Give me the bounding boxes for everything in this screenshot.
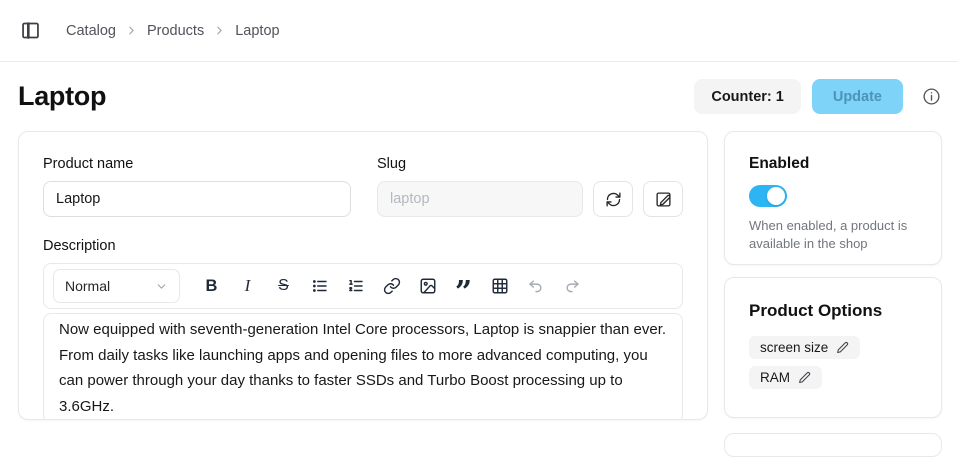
info-icon	[922, 87, 941, 106]
link-button[interactable]	[374, 269, 409, 303]
description-text: Now equipped with seventh-generation Int…	[59, 317, 667, 419]
paragraph-format-dropdown[interactable]: Normal	[53, 269, 180, 303]
product-name-label: Product name	[43, 156, 351, 172]
sidebar-toggle-button[interactable]	[18, 19, 42, 43]
product-options-title: Product Options	[749, 301, 917, 321]
page-header: Laptop Counter: 1 Update	[0, 62, 958, 131]
ordered-list-button[interactable]	[338, 269, 373, 303]
image-icon	[419, 277, 437, 295]
toggle-knob	[767, 187, 785, 205]
description-editor[interactable]: Now equipped with seventh-generation Int…	[43, 313, 683, 420]
ordered-list-icon	[347, 277, 365, 295]
regenerate-slug-button[interactable]	[593, 181, 633, 217]
redo-icon	[563, 277, 581, 295]
chevron-down-icon	[155, 280, 168, 293]
info-button[interactable]	[920, 86, 942, 108]
strikethrough-button[interactable]: S	[266, 269, 301, 303]
breadcrumb-products[interactable]: Products	[147, 23, 204, 39]
enabled-card: Enabled When enabled, a product is avail…	[724, 131, 942, 265]
bold-button[interactable]: B	[194, 269, 229, 303]
undo-icon	[527, 277, 545, 295]
product-name-input[interactable]	[43, 181, 351, 217]
update-button[interactable]: Update	[812, 79, 903, 114]
product-form-card: Product name Slug	[18, 131, 708, 420]
breadcrumb-current: Laptop	[235, 23, 279, 39]
topbar: Catalog Products Laptop	[0, 0, 958, 62]
edit-pencil-square-icon	[655, 191, 672, 208]
table-button[interactable]	[482, 269, 517, 303]
slug-input[interactable]	[377, 181, 583, 217]
image-button[interactable]	[410, 269, 445, 303]
bullet-list-icon	[311, 277, 329, 295]
enabled-help-text: When enabled, a product is available in …	[749, 217, 917, 254]
slug-label: Slug	[377, 156, 683, 172]
counter-button[interactable]: Counter: 1	[694, 79, 801, 114]
panel-left-icon	[20, 20, 41, 41]
option-tag-ram[interactable]: RAM	[749, 366, 822, 389]
header-actions: Counter: 1 Update	[694, 79, 942, 114]
link-icon	[383, 277, 401, 295]
enabled-title: Enabled	[749, 155, 917, 173]
refresh-icon	[605, 191, 622, 208]
editor-toolbar: Normal B I S	[43, 263, 683, 309]
edit-slug-button[interactable]	[643, 181, 683, 217]
enabled-toggle[interactable]	[749, 185, 787, 207]
bullet-list-button[interactable]	[302, 269, 337, 303]
chevron-right-icon	[125, 24, 138, 37]
format-value: Normal	[65, 278, 110, 294]
italic-button[interactable]: I	[230, 269, 265, 303]
page-title: Laptop	[18, 81, 694, 112]
product-options-card: Product Options screen size RAM	[724, 277, 942, 418]
pencil-icon[interactable]	[798, 371, 811, 384]
breadcrumb-catalog[interactable]: Catalog	[66, 23, 116, 39]
pencil-icon[interactable]	[836, 341, 849, 354]
blockquote-button[interactable]: ”	[446, 269, 481, 303]
description-label: Description	[43, 238, 683, 254]
next-card-partial	[724, 433, 942, 457]
breadcrumb: Catalog Products Laptop	[66, 23, 280, 39]
undo-button[interactable]	[518, 269, 553, 303]
redo-button[interactable]	[554, 269, 589, 303]
tag-label: screen size	[760, 340, 828, 355]
tag-label: RAM	[760, 370, 790, 385]
table-icon	[491, 277, 509, 295]
option-tag-screen-size[interactable]: screen size	[749, 336, 860, 359]
chevron-right-icon	[213, 24, 226, 37]
product-edit-page: { "topbar": { "breadcrumb": ["Catalog", …	[0, 0, 958, 440]
product-options-tags: screen size RAM	[749, 336, 917, 389]
